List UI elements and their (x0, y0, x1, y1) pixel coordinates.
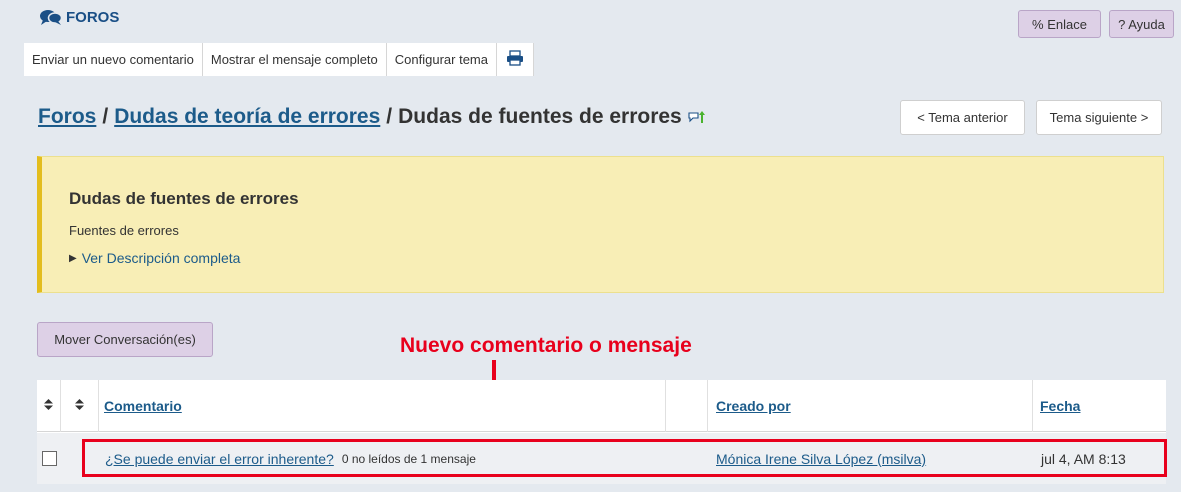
header-empty (666, 380, 708, 432)
table-header: Comentario Creado por Fecha (37, 380, 1166, 432)
header-created-by-link[interactable]: Creado por (716, 398, 791, 414)
link-button-label: % Enlace (1032, 16, 1087, 32)
annotation-label: Nuevo comentario o mensaje (400, 334, 692, 357)
tab-show-full-message[interactable]: Mostrar el mensaje completo (202, 43, 387, 76)
topic-description-box: Dudas de fuentes de errores Fuentes de e… (37, 156, 1164, 293)
tab-configure-topic[interactable]: Configurar tema (386, 43, 497, 76)
header-created-by[interactable]: Creado por (708, 380, 1033, 432)
topic-reply-icon[interactable] (688, 110, 705, 125)
breadcrumb-current-topic: Dudas de fuentes de errores (398, 105, 682, 128)
annotation-highlight-box (82, 439, 1167, 477)
sort-icon (75, 399, 84, 413)
breadcrumb-separator: / (386, 105, 393, 128)
full-description-toggle[interactable]: ▶ Ver Descripción completa (69, 250, 240, 266)
tool-title: FOROS (40, 9, 119, 26)
expand-triangle-icon: ▶ (69, 252, 77, 264)
tool-tabs: Enviar un nuevo comentario Mostrar el me… (24, 43, 534, 76)
previous-topic-button[interactable]: < Tema anterior (900, 100, 1025, 135)
sort-select-column[interactable] (37, 380, 61, 432)
topic-title: Dudas de fuentes de errores (69, 189, 299, 208)
topic-subtitle: Fuentes de errores (69, 223, 179, 238)
next-topic-label: Tema siguiente > (1049, 110, 1149, 125)
breadcrumb-separator: / (102, 105, 109, 128)
header-comment-link[interactable]: Comentario (104, 398, 182, 414)
breadcrumb-forum-link[interactable]: Dudas de teoría de errores (114, 105, 380, 129)
link-button[interactable]: % Enlace (1018, 10, 1101, 38)
previous-topic-label: < Tema anterior (917, 110, 1008, 125)
header-date-link[interactable]: Fecha (1040, 398, 1080, 414)
header-comment[interactable]: Comentario (99, 380, 666, 432)
breadcrumb: Foros / Dudas de teoría de errores / Dud… (38, 105, 705, 129)
header-date[interactable]: Fecha (1033, 380, 1166, 432)
sort-unread-column[interactable] (61, 380, 99, 432)
help-button-label: ? Ayuda (1118, 16, 1165, 32)
tab-print[interactable] (497, 43, 533, 76)
row-select-checkbox[interactable] (42, 451, 57, 466)
tool-title-label: FOROS (66, 9, 120, 26)
forum-chat-icon (40, 9, 62, 26)
help-button[interactable]: ? Ayuda (1109, 10, 1174, 38)
print-icon (506, 50, 524, 69)
sort-icon (44, 399, 53, 413)
move-conversations-button[interactable]: Mover Conversación(es) (37, 322, 213, 357)
move-conversations-label: Mover Conversación(es) (54, 332, 196, 347)
next-topic-button[interactable]: Tema siguiente > (1036, 100, 1162, 135)
tab-new-comment[interactable]: Enviar un nuevo comentario (24, 43, 203, 76)
breadcrumb-forums-link[interactable]: Foros (38, 105, 96, 129)
full-description-label: Ver Descripción completa (81, 250, 241, 266)
